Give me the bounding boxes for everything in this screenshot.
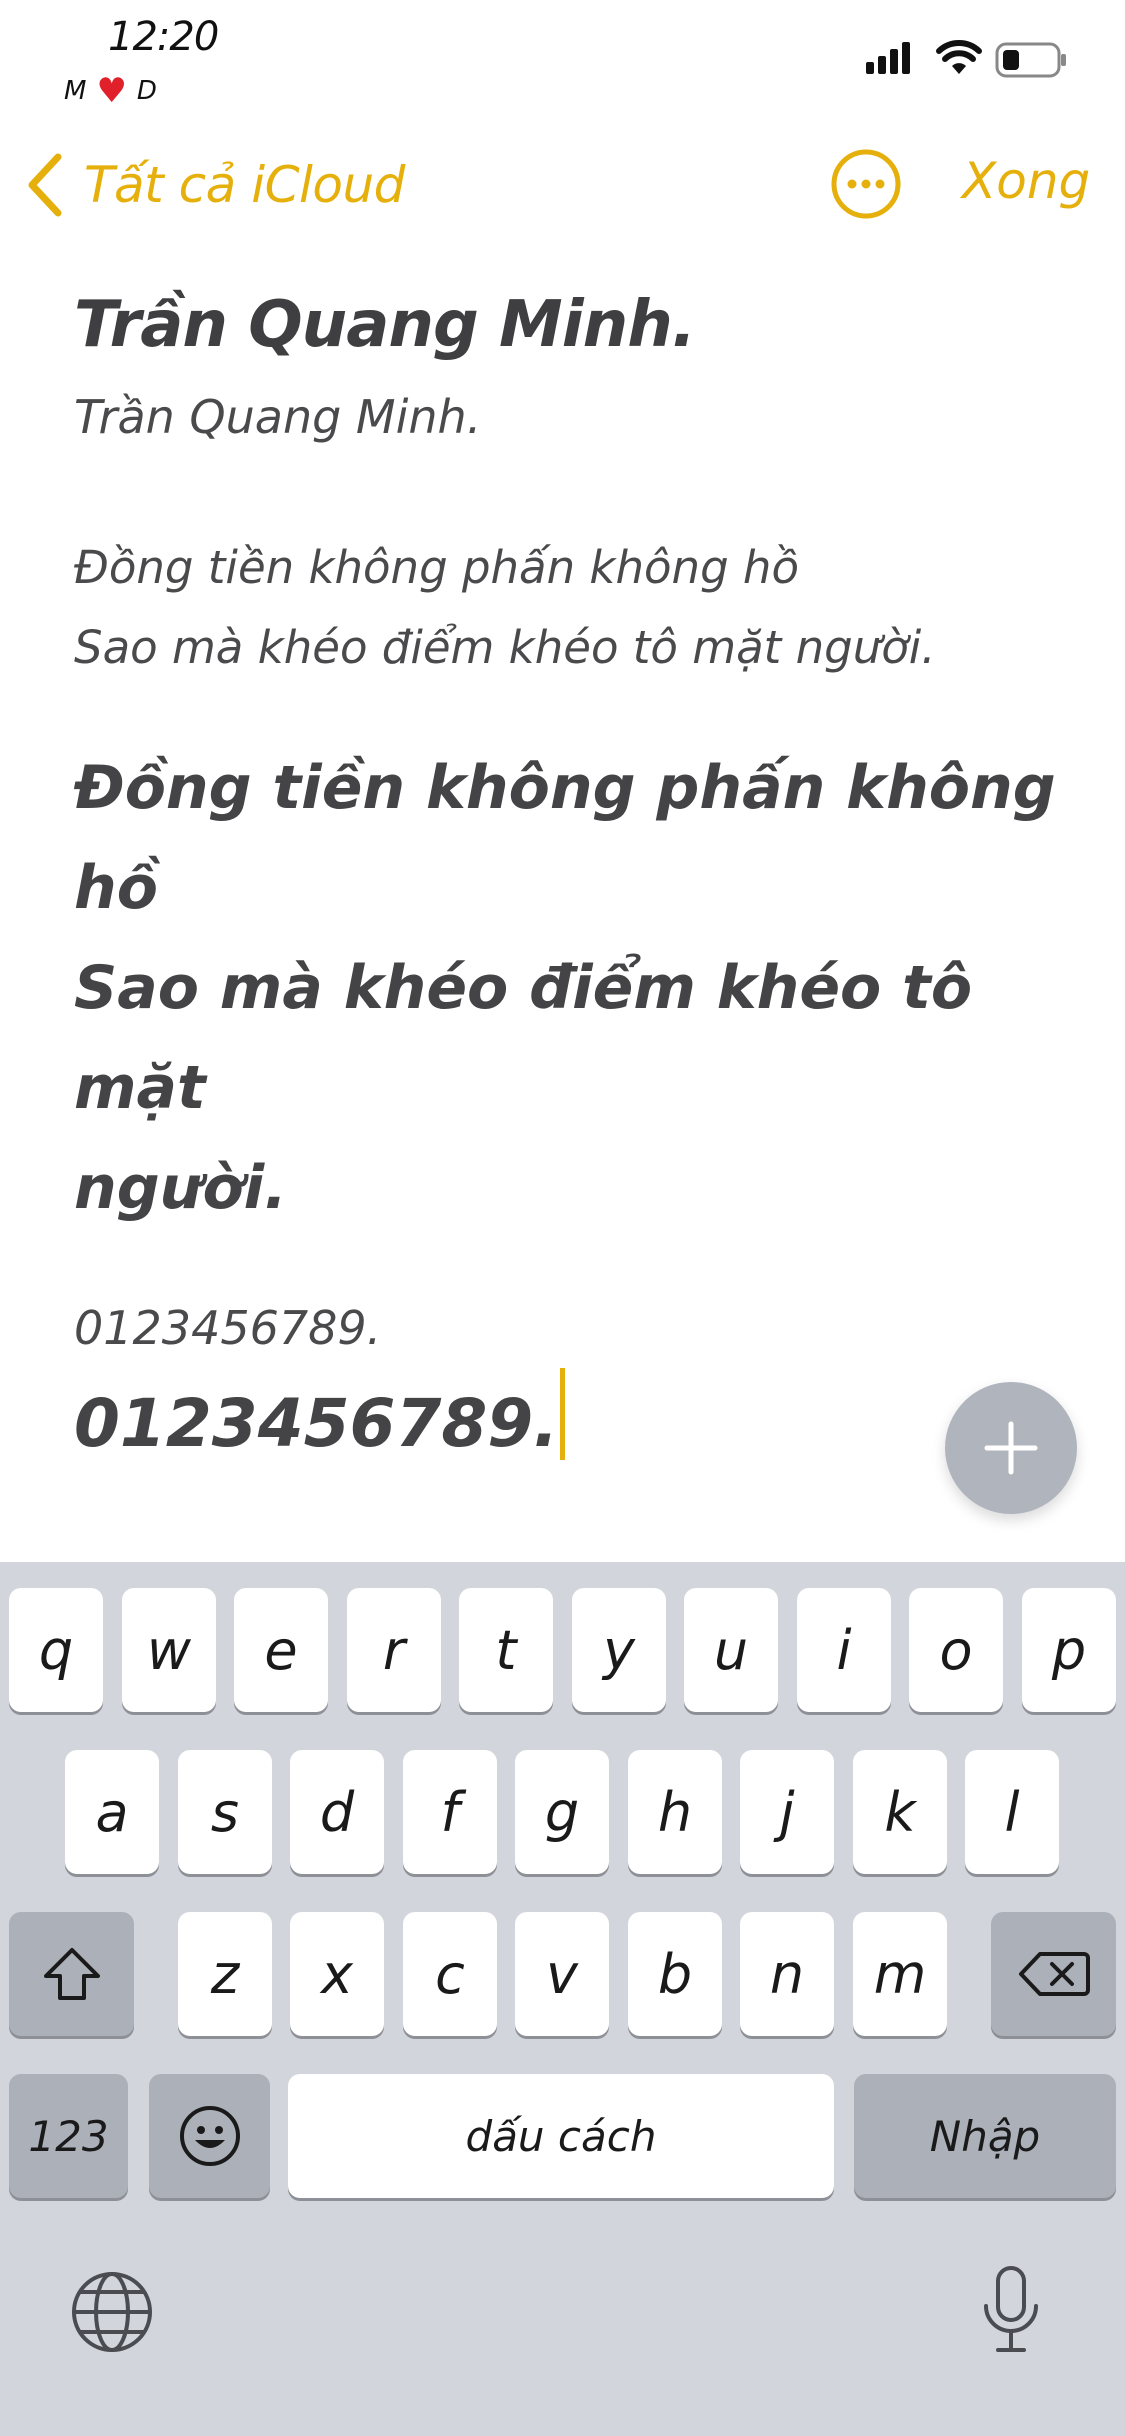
signal-icon bbox=[866, 42, 910, 74]
more-options-icon[interactable] bbox=[830, 148, 902, 220]
key-e[interactable]: e bbox=[234, 1588, 328, 1712]
key-d[interactable]: d bbox=[290, 1750, 384, 1874]
key-a[interactable]: a bbox=[65, 1750, 159, 1874]
verse-large-line-2: Sao mà khéo điểm khéo tô mặt bbox=[74, 953, 973, 1123]
space-key[interactable]: dấu cách bbox=[288, 2074, 834, 2198]
key-w[interactable]: w bbox=[122, 1588, 216, 1712]
return-key[interactable]: Nhập bbox=[854, 2074, 1116, 2198]
key-q[interactable]: q bbox=[9, 1588, 103, 1712]
globe-icon bbox=[72, 2272, 152, 2352]
key-h[interactable]: h bbox=[628, 1750, 722, 1874]
key-r[interactable]: r bbox=[347, 1588, 441, 1712]
key-j[interactable]: j bbox=[740, 1750, 834, 1874]
delete-key[interactable] bbox=[991, 1912, 1116, 2036]
plus-icon bbox=[984, 1421, 1038, 1475]
heart-icon: ♥ bbox=[96, 71, 127, 111]
key-x[interactable]: x bbox=[290, 1912, 384, 2036]
emoji-key[interactable] bbox=[149, 2074, 270, 2198]
number-small: 0123456789. bbox=[74, 1301, 382, 1355]
back-button[interactable]: Tất cả iCloud bbox=[24, 150, 405, 220]
chevron-left-icon bbox=[28, 153, 62, 217]
number-large: 0123456789. bbox=[74, 1385, 559, 1462]
verse-large-line-3: người. bbox=[74, 1153, 287, 1223]
key-s[interactable]: s bbox=[178, 1750, 272, 1874]
key-l[interactable]: l bbox=[965, 1750, 1059, 1874]
carrier-left: M bbox=[64, 76, 87, 106]
key-b[interactable]: b bbox=[628, 1912, 722, 2036]
key-z[interactable]: z bbox=[178, 1912, 272, 2036]
key-p[interactable]: p bbox=[1022, 1588, 1116, 1712]
key-c[interactable]: c bbox=[403, 1912, 497, 2036]
add-button[interactable] bbox=[945, 1382, 1077, 1514]
key-k[interactable]: k bbox=[853, 1750, 947, 1874]
key-o[interactable]: o bbox=[909, 1588, 1003, 1712]
wifi-icon bbox=[936, 40, 982, 74]
carrier-right: D bbox=[136, 76, 157, 106]
verse-small-line-2: Sao mà khéo điểm khéo tô mặt người. bbox=[74, 621, 936, 674]
note-body[interactable]: Trần Quang Minh. Trần Quang Minh. Đồng t… bbox=[74, 270, 1074, 1474]
note-title: Trần Quang Minh. bbox=[74, 288, 696, 362]
dictation-button[interactable] bbox=[980, 2264, 1042, 2360]
carrier-label: M ♥ D bbox=[64, 74, 157, 108]
verse-large-line-1: Đồng tiền không phấn không hồ bbox=[74, 753, 1056, 923]
key-n[interactable]: n bbox=[740, 1912, 834, 2036]
note-subtitle: Trần Quang Minh. bbox=[74, 390, 482, 444]
keyboard: q w e r t y u i o p a s d f g h j k l z … bbox=[0, 1562, 1125, 2436]
verse-small-line-1: Đồng tiền không phấn không hồ bbox=[74, 541, 799, 594]
key-t[interactable]: t bbox=[459, 1588, 553, 1712]
numbers-key[interactable]: 123 bbox=[9, 2074, 128, 2198]
backspace-icon bbox=[1018, 1952, 1090, 1996]
status-time: 12:20 bbox=[108, 14, 219, 60]
back-label: Tất cả iCloud bbox=[84, 156, 405, 214]
emoji-icon bbox=[179, 2106, 240, 2166]
done-button[interactable]: Xong bbox=[962, 152, 1090, 210]
key-m[interactable]: m bbox=[853, 1912, 947, 2036]
globe-button[interactable] bbox=[70, 2270, 154, 2358]
key-g[interactable]: g bbox=[515, 1750, 609, 1874]
key-f[interactable]: f bbox=[403, 1750, 497, 1874]
text-cursor bbox=[560, 1368, 566, 1460]
key-u[interactable]: u bbox=[684, 1588, 778, 1712]
battery-icon bbox=[995, 42, 1066, 78]
shift-icon bbox=[43, 1948, 100, 2000]
key-i[interactable]: i bbox=[797, 1588, 891, 1712]
shift-key[interactable] bbox=[9, 1912, 134, 2036]
key-v[interactable]: v bbox=[515, 1912, 609, 2036]
microphone-icon bbox=[984, 2266, 1038, 2352]
key-y[interactable]: y bbox=[572, 1588, 666, 1712]
